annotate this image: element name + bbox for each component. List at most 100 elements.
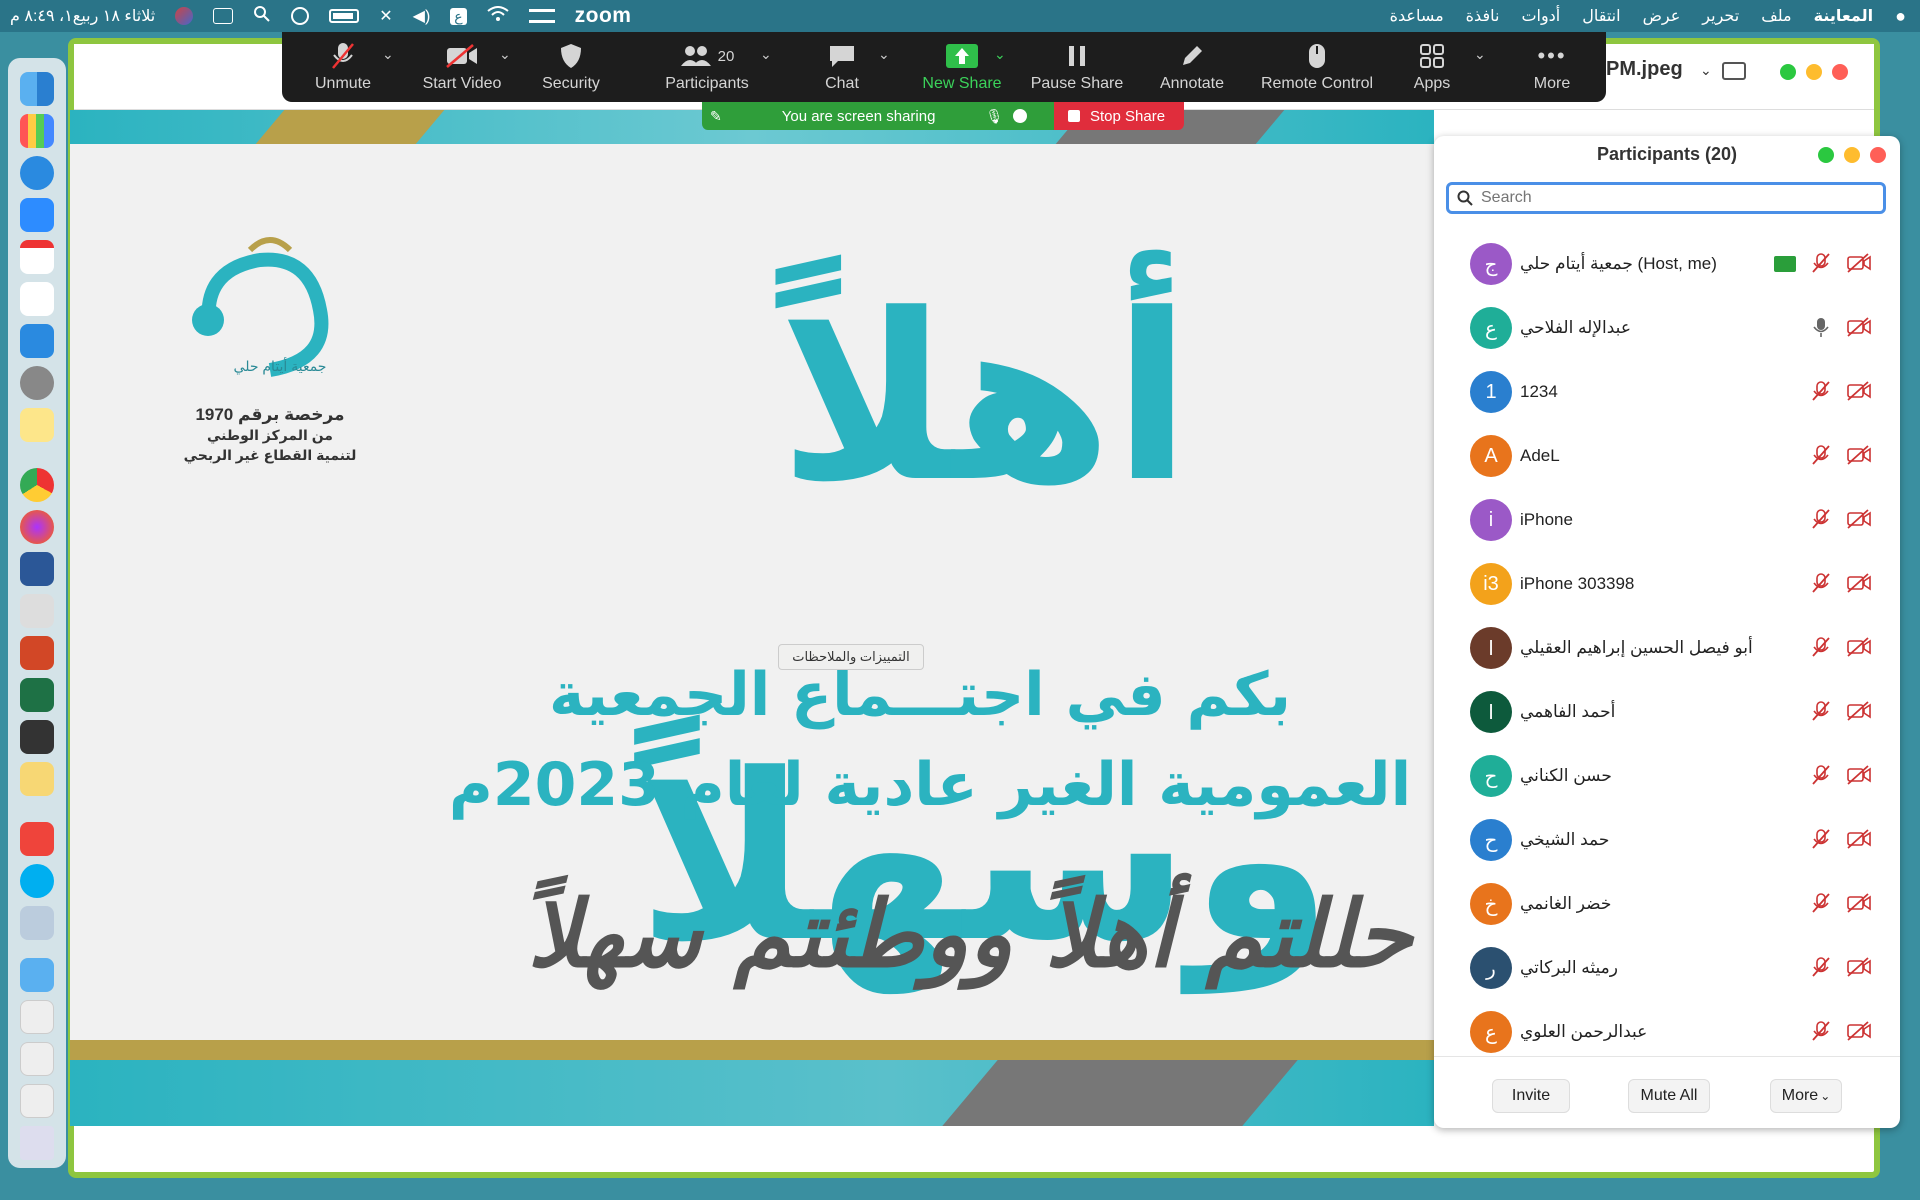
panel-close-button[interactable] [1870,147,1886,163]
microphone-muted-icon[interactable] [1810,764,1832,791]
video-off-icon[interactable] [1846,380,1872,407]
stickies-icon[interactable] [20,762,54,796]
zoom-menu-extra[interactable]: zoom [575,4,632,28]
control-center-icon[interactable] [213,8,234,24]
security-button[interactable]: Security [526,32,616,102]
banner-mic-muted-icon[interactable]: 🎙︎ [985,108,1003,125]
preview-icon[interactable] [20,906,54,940]
microphone-muted-icon[interactable] [1810,892,1832,919]
menu-help[interactable]: مساعدة [1390,6,1444,26]
video-off-icon[interactable] [1846,444,1872,471]
pause-share-button[interactable]: Pause Share [1022,32,1132,102]
battery-icon[interactable] [329,9,360,23]
finder-icon[interactable] [20,72,54,106]
window-close-button[interactable] [1832,64,1848,80]
safari-icon[interactable] [20,156,54,190]
participant-row[interactable]: i3 iPhone 303398 [1434,552,1900,616]
app-store-icon[interactable] [20,324,54,358]
audio-options-chevron-icon[interactable]: ⌄ [382,46,394,63]
wifi-icon[interactable] [487,5,509,27]
video-off-icon[interactable] [1846,572,1872,599]
participants-chevron-icon[interactable]: ⌄ [760,46,772,63]
recent-window-1-icon[interactable] [20,1000,54,1034]
video-off-icon[interactable] [1846,764,1872,791]
microphone-icon[interactable] [1810,316,1832,343]
microphone-muted-icon[interactable] [1810,508,1832,535]
participant-row[interactable]: ع عبدالرحمن العلوي [1434,1000,1900,1064]
banner-security-icon[interactable] [1013,109,1028,123]
participant-row[interactable]: ر رميثه البركاتي [1434,936,1900,1000]
participant-row[interactable]: ا أحمد الفاهمي [1434,680,1900,744]
skype-icon[interactable] [20,864,54,898]
video-off-icon[interactable] [1846,700,1872,727]
video-off-icon[interactable] [1846,252,1872,279]
apps-button[interactable]: Apps [1392,32,1472,102]
notes-icon[interactable] [20,408,54,442]
start-video-button[interactable]: Start Video [412,32,512,102]
file-name-chevron-icon[interactable]: ⌄ [1700,62,1712,79]
excel-icon[interactable] [20,678,54,712]
participant-row[interactable]: ع عبدالإله الفلاحي [1434,296,1900,360]
window-file-name[interactable]: PM.jpeg [1606,58,1683,81]
zoom-app-icon[interactable] [20,198,54,232]
participant-row[interactable]: ا أبو فيصل الحسين إبراهيم العقيلي [1434,616,1900,680]
apps-chevron-icon[interactable]: ⌄ [1474,46,1486,63]
video-off-icon[interactable] [1846,956,1872,983]
calendar-icon[interactable] [20,240,54,274]
window-zoom-button[interactable] [1780,64,1796,80]
search-input[interactable] [1481,189,1881,207]
sidebar-toggle-icon[interactable] [1722,62,1746,80]
clock[interactable]: ثلاثاء ١٨ ربيع١، ٨:٤٩ م [10,6,155,26]
panel-zoom-button[interactable] [1818,147,1834,163]
new-share-button[interactable]: New Share [912,32,1012,102]
menu-go[interactable]: انتقال [1582,6,1620,26]
stage-manager-icon[interactable] [528,9,555,23]
participant-row[interactable]: i iPhone [1434,488,1900,552]
panel-more-button[interactable]: More ⌄ [1770,1079,1842,1113]
firefox-icon[interactable] [20,510,54,544]
window-minimize-button[interactable] [1806,64,1822,80]
menu-view[interactable]: عرض [1643,6,1681,26]
launchpad-icon[interactable] [20,114,54,148]
user-account-icon[interactable] [291,7,310,25]
script-editor-icon[interactable] [20,594,54,628]
participants-search[interactable] [1446,182,1886,214]
panel-minimize-button[interactable] [1844,147,1860,163]
spotlight-search-icon[interactable] [253,5,271,28]
menu-window[interactable]: نافذة [1466,6,1500,26]
anydesk-icon[interactable] [20,822,54,856]
menu-tools[interactable]: أدوات [1521,6,1560,26]
chat-chevron-icon[interactable]: ⌄ [878,46,890,63]
calculator-icon[interactable] [20,720,54,754]
microphone-muted-icon[interactable] [1810,252,1832,279]
participant-row[interactable]: A AdeL [1434,424,1900,488]
unmute-button[interactable]: Unmute [298,32,388,102]
microphone-muted-icon[interactable] [1810,636,1832,663]
remote-control-button[interactable]: Remote Control [1242,32,1392,102]
word-icon[interactable] [20,552,54,586]
app-name-menu[interactable]: المعاينة [1814,6,1874,26]
menu-edit[interactable]: تحرير [1702,6,1739,26]
chat-button[interactable]: Chat [802,32,882,102]
annotate-button[interactable]: Annotate [1142,32,1242,102]
menu-file[interactable]: ملف [1761,6,1791,26]
folder-icon[interactable] [20,958,54,992]
participant-row[interactable]: ح حسن الكناني [1434,744,1900,808]
participant-row[interactable]: خ خضر الغانمي [1434,872,1900,936]
trash-icon[interactable] [20,1126,54,1160]
apple-menu-icon[interactable]: ● [1895,6,1906,27]
microphone-muted-icon[interactable] [1810,828,1832,855]
microphone-muted-icon[interactable] [1810,444,1832,471]
video-off-icon[interactable] [1846,508,1872,535]
more-button[interactable]: ••• More [1512,32,1592,102]
microphone-muted-icon[interactable] [1810,700,1832,727]
stop-share-button[interactable]: Stop Share [1054,102,1184,130]
reminders-icon[interactable] [20,282,54,316]
participant-row[interactable]: ج جمعية أيتام حلي (Host, me) [1434,232,1900,296]
microphone-muted-icon[interactable] [1810,380,1832,407]
video-off-icon[interactable] [1846,1020,1872,1047]
powerpoint-icon[interactable] [20,636,54,670]
microphone-muted-icon[interactable] [1810,956,1832,983]
microphone-muted-icon[interactable] [1810,1020,1832,1047]
participant-row[interactable]: ح حمد الشيخي [1434,808,1900,872]
